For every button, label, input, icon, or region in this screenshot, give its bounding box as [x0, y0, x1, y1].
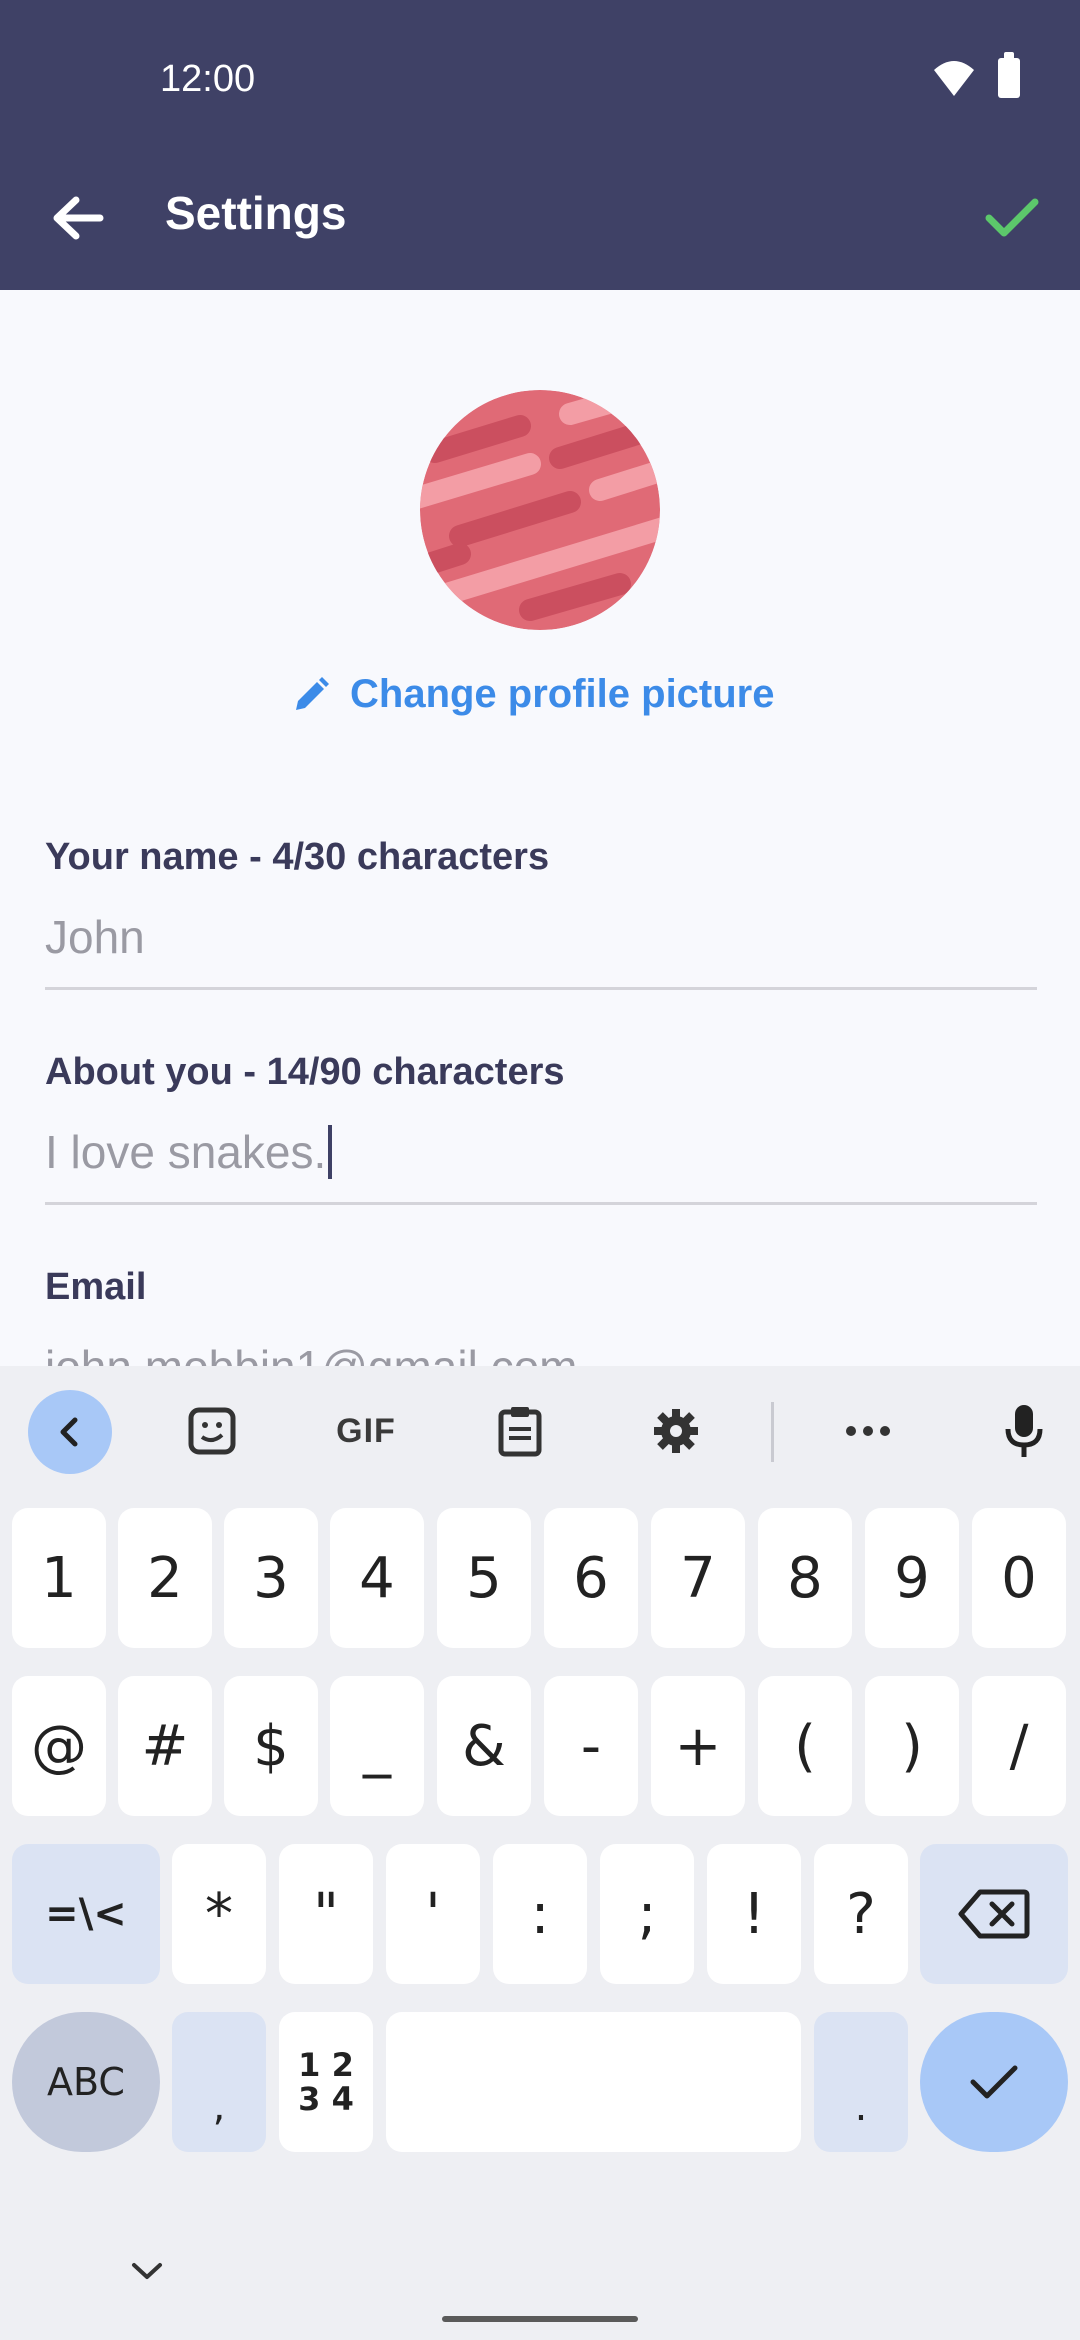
key-more-symbols[interactable]: =\< — [12, 1844, 160, 1984]
key-semicolon[interactable]: ; — [600, 1844, 694, 1984]
change-profile-picture-button[interactable]: Change profile picture — [292, 672, 775, 717]
about-value: I love snakes. — [45, 1126, 327, 1178]
key-at[interactable]: @ — [12, 1676, 106, 1816]
key-backspace[interactable] — [920, 1844, 1068, 1984]
name-field[interactable]: Your name - 4/30 characters John — [45, 836, 1037, 990]
key-0[interactable]: 0 — [972, 1508, 1066, 1648]
about-label: About you - 14/90 characters — [45, 1051, 565, 1093]
gear-icon — [654, 1409, 698, 1453]
key-comma[interactable]: , — [172, 2012, 266, 2152]
key-numpad[interactable]: 1 2 3 4 — [279, 2012, 373, 2152]
name-input[interactable]: John — [45, 907, 1037, 967]
key-exclamation[interactable]: ! — [707, 1844, 801, 1984]
key-close-paren[interactable]: ) — [865, 1676, 959, 1816]
key-8[interactable]: 8 — [758, 1508, 852, 1648]
profile-picture-image — [420, 390, 660, 630]
key-space[interactable] — [386, 2012, 801, 2152]
more-options-button[interactable] — [838, 1390, 898, 1472]
wifi-icon — [934, 61, 974, 96]
avatar[interactable] — [420, 390, 660, 630]
key-asterisk[interactable]: * — [172, 1844, 266, 1984]
name-label: Your name - 4/30 characters — [45, 836, 550, 878]
key-underscore[interactable]: _ — [330, 1676, 424, 1816]
keyboard: GIF 1 2 3 4 5 6 7 8 9 0 @ # $ _ & - + (… — [0, 1366, 1080, 2340]
key-5[interactable]: 5 — [437, 1508, 531, 1648]
sticker-button[interactable] — [180, 1390, 244, 1472]
key-2[interactable]: 2 — [118, 1508, 212, 1648]
key-dollar[interactable]: $ — [224, 1676, 318, 1816]
home-indicator[interactable] — [442, 2316, 638, 2322]
back-button[interactable] — [40, 180, 116, 256]
check-icon — [985, 198, 1039, 237]
name-value: John — [45, 911, 145, 963]
key-numpad-top: 1 2 — [298, 2046, 354, 2084]
key-slash[interactable]: / — [972, 1676, 1066, 1816]
key-9[interactable]: 9 — [865, 1508, 959, 1648]
pencil-icon — [296, 676, 329, 710]
key-colon[interactable]: : — [493, 1844, 587, 1984]
clipboard-button[interactable] — [490, 1390, 550, 1472]
key-enter[interactable] — [920, 2012, 1068, 2152]
key-numpad-bottom: 3 4 — [298, 2080, 354, 2118]
key-3[interactable]: 3 — [224, 1508, 318, 1648]
status-time: 12:00 — [160, 58, 256, 100]
name-underline — [45, 987, 1037, 990]
key-ampersand[interactable]: & — [437, 1676, 531, 1816]
arrow-back-icon — [53, 196, 104, 240]
about-input[interactable]: I love snakes. — [45, 1122, 1037, 1182]
toolbar-divider — [771, 1402, 774, 1462]
key-period-label: . — [854, 2084, 868, 2130]
key-more-symbols-label: =\< — [45, 1891, 127, 1937]
chevron-down-icon — [132, 2263, 162, 2279]
voice-input-button[interactable] — [994, 1390, 1054, 1472]
key-period[interactable]: . — [814, 2012, 908, 2152]
key-open-paren[interactable]: ( — [758, 1676, 852, 1816]
save-button[interactable] — [974, 180, 1050, 256]
key-6[interactable]: 6 — [544, 1508, 638, 1648]
key-minus[interactable]: - — [544, 1676, 638, 1816]
key-question[interactable]: ? — [814, 1844, 908, 1984]
hide-keyboard-button[interactable] — [130, 2260, 164, 2287]
key-hash[interactable]: # — [118, 1676, 212, 1816]
about-underline — [45, 1202, 1037, 1205]
microphone-icon — [1005, 1405, 1043, 1457]
key-abc[interactable]: ABC — [12, 2012, 160, 2152]
email-label: Email — [45, 1266, 147, 1308]
page-title: Settings — [165, 187, 347, 239]
key-7[interactable]: 7 — [651, 1508, 745, 1648]
about-field[interactable]: About you - 14/90 characters I love snak… — [45, 1051, 1037, 1205]
gif-button[interactable]: GIF — [326, 1390, 406, 1472]
status-icons — [932, 52, 1020, 98]
clipboard-icon — [498, 1407, 542, 1457]
check-icon — [970, 2065, 1018, 2099]
app-bar: 12:00 Settings — [0, 0, 1080, 290]
key-single-quote[interactable]: ' — [386, 1844, 480, 1984]
key-4[interactable]: 4 — [330, 1508, 424, 1648]
battery-icon — [998, 52, 1020, 98]
text-cursor — [328, 1125, 333, 1179]
keyboard-toolbar: GIF — [0, 1366, 1080, 1496]
key-double-quote[interactable]: " — [279, 1844, 373, 1984]
chevron-left-icon — [60, 1417, 78, 1447]
key-1[interactable]: 1 — [12, 1508, 106, 1648]
keyboard-collapse-button[interactable] — [28, 1390, 112, 1474]
backspace-icon — [958, 1889, 1030, 1939]
key-comma-label: , — [212, 2084, 226, 2130]
more-horizontal-icon — [846, 1426, 890, 1436]
key-plus[interactable]: + — [651, 1676, 745, 1816]
keyboard-settings-button[interactable] — [646, 1390, 706, 1472]
sticker-icon — [188, 1407, 236, 1455]
change-profile-picture-label: Change profile picture — [350, 672, 775, 716]
